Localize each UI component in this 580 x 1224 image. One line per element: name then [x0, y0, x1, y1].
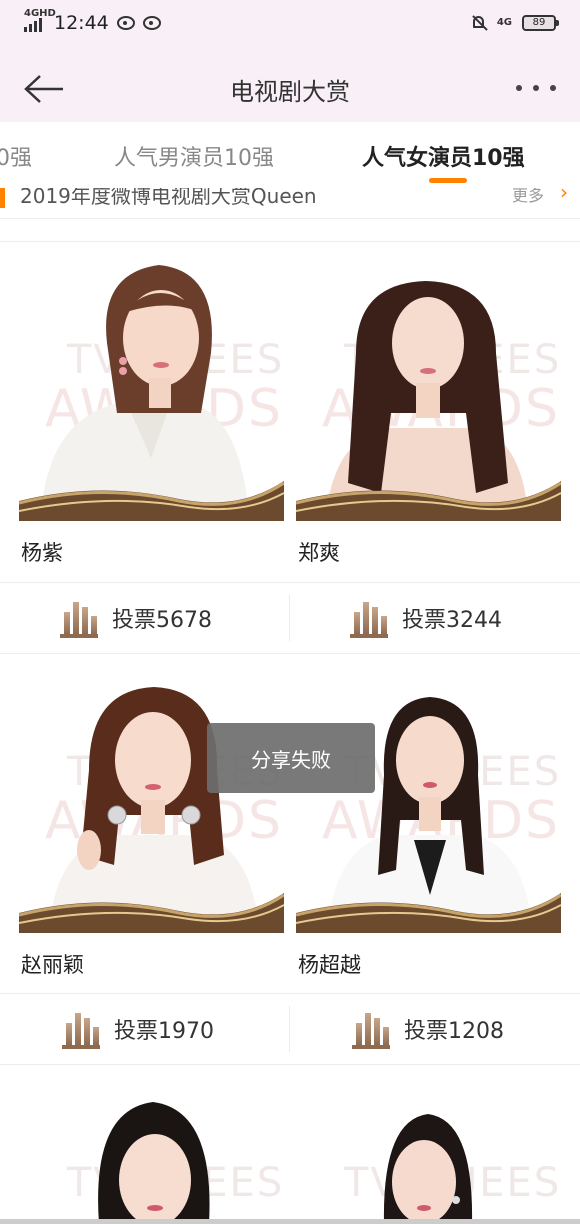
gold-ribbon-decoration [296, 481, 561, 521]
vote-bars-icon [350, 598, 388, 638]
bottom-edge [0, 1219, 580, 1224]
weibo-notification-icon [116, 16, 135, 30]
actor-portrait: TV QUEES [19, 1090, 284, 1224]
vote-count: 投票1208 [404, 1019, 504, 1044]
vote-bars-icon [60, 598, 98, 638]
tab-male-actors[interactable]: 人气男演员10强 [114, 140, 274, 172]
vote-count: 投票5678 [112, 608, 212, 633]
actor-name: 杨紫 [21, 541, 63, 565]
vote-bars-icon [62, 1009, 100, 1049]
vote-count: 投票3244 [402, 608, 502, 633]
battery-icon: 89 [522, 15, 559, 31]
weibo-notification-icon [142, 16, 161, 30]
network-type-left: 4GHD [24, 8, 56, 19]
dot-icon [516, 85, 522, 91]
chevron-right-icon: › [560, 188, 568, 204]
status-bar: 4GHD 12:44 4G 89 [0, 0, 580, 54]
vote-bars-icon [352, 1009, 390, 1049]
gold-ribbon-decoration [296, 893, 561, 933]
actor-portrait: TV QUEES [296, 1090, 561, 1224]
banner-more-link[interactable]: 更多 [512, 188, 544, 206]
dot-icon [533, 85, 539, 91]
vote-button[interactable]: 投票1208 [352, 994, 504, 1064]
vote-button[interactable]: 投票1970 [62, 994, 214, 1064]
divider [289, 1006, 290, 1052]
actor-portrait: TV QUEES AWARDS [19, 655, 284, 933]
tab-partial[interactable]: 0强 [0, 140, 32, 172]
actor-card[interactable]: TV QUEES [19, 1090, 284, 1224]
dot-icon [550, 85, 556, 91]
status-left: 4GHD 12:44 [24, 8, 161, 34]
actor-portrait: TV QUEES AWARDS [296, 655, 561, 933]
queen-banner[interactable]: 2019年度微博电视剧大赏Queen 更多 › [0, 188, 580, 219]
vote-row: 投票1970 投票1208 [0, 993, 580, 1065]
more-options-button[interactable] [516, 78, 556, 98]
gold-ribbon-decoration [19, 893, 284, 933]
portrait-illustration [383, 1114, 473, 1224]
active-tab-indicator [429, 178, 467, 183]
vote-count: 投票1970 [114, 1019, 214, 1044]
actor-name: 杨超越 [298, 953, 361, 977]
silent-mode-icon [471, 14, 487, 32]
vote-button[interactable]: 投票5678 [60, 583, 212, 653]
actor-card[interactable]: TV QUEES [296, 1090, 561, 1224]
actor-portrait: TV QUEES AWARDS [296, 243, 561, 521]
clock: 12:44 [54, 12, 109, 34]
spacer [0, 219, 580, 242]
vote-button[interactable]: 投票3244 [350, 583, 502, 653]
network-type-right: 4G [496, 17, 512, 28]
actor-portrait: TV QUEES AWARDS [19, 243, 284, 521]
status-right: 4G 89 [471, 14, 559, 32]
tab-female-actors[interactable]: 人气女演员10强 [362, 140, 525, 172]
banner-accent-bar [0, 188, 5, 208]
category-tabs: 0强 人气男演员10强 人气女演员10强 [0, 122, 580, 189]
share-failed-toast: 分享失败 [207, 723, 375, 793]
vote-row: 投票5678 投票3244 [0, 582, 580, 654]
divider [289, 595, 290, 641]
signal-icon: 4GHD [24, 8, 56, 32]
nav-bar: 电视剧大赏 [0, 54, 580, 122]
portrait-illustration [98, 1102, 210, 1224]
page-title: 电视剧大赏 [230, 78, 350, 106]
actor-name: 郑爽 [298, 541, 340, 565]
banner-title: 2019年度微博电视剧大赏Queen [20, 188, 317, 208]
gold-ribbon-decoration [19, 481, 284, 521]
actor-name: 赵丽颖 [21, 953, 84, 977]
